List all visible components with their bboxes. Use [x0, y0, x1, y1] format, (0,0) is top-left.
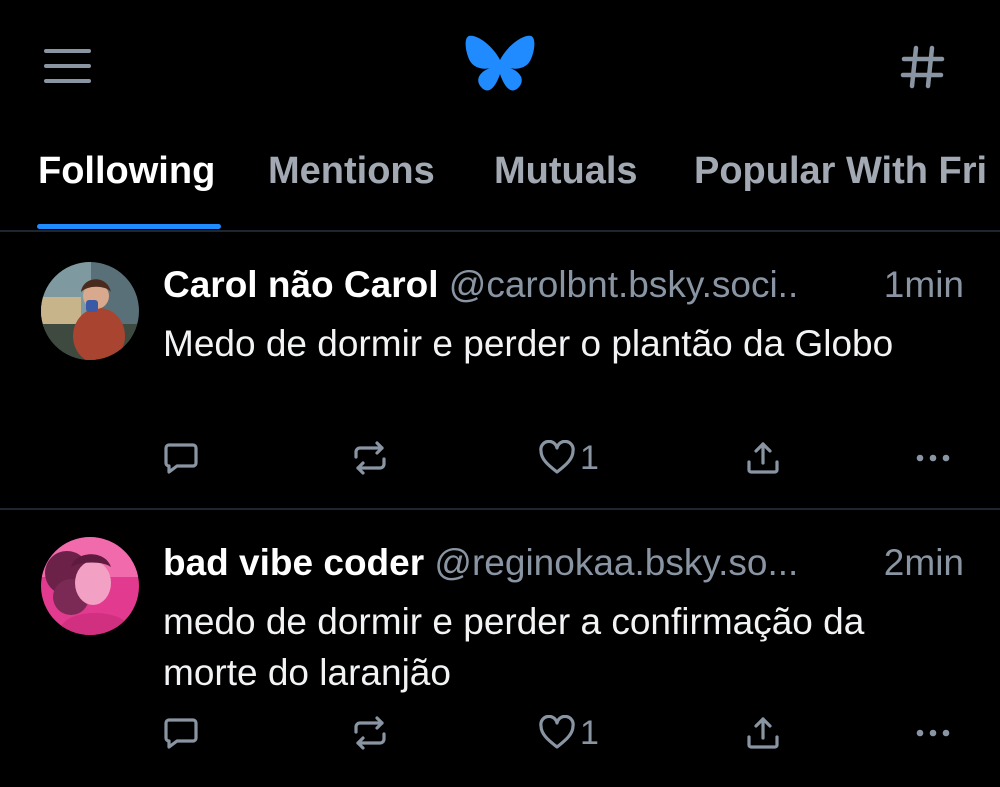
reply-icon — [163, 715, 199, 751]
like-button[interactable]: 1 — [538, 435, 599, 481]
tab-following[interactable]: Following — [38, 150, 215, 193]
more-dots-icon — [915, 440, 951, 476]
more-options-button[interactable] — [915, 710, 951, 756]
tab-popular-with-friends[interactable]: Popular With Fri — [694, 150, 987, 193]
more-dots-icon — [915, 715, 951, 751]
share-icon — [745, 715, 781, 751]
hashtag-icon[interactable] — [898, 42, 948, 92]
like-button[interactable]: 1 — [538, 710, 599, 756]
share-button[interactable] — [745, 435, 781, 481]
author-handle[interactable]: @carolbnt.bsky.soci.. — [449, 264, 798, 305]
feed-tabs: Following Mentions Mutuals Popular With … — [0, 130, 1000, 232]
reply-button[interactable] — [163, 710, 199, 756]
tab-mentions[interactable]: Mentions — [268, 150, 435, 193]
avatar[interactable] — [41, 262, 139, 360]
post-text: Medo de dormir e perder o plantão da Glo… — [163, 323, 894, 364]
share-button[interactable] — [745, 710, 781, 756]
repost-icon — [351, 715, 389, 751]
post-header: bad vibe coder @reginokaa.bsky.so... — [163, 542, 968, 584]
heart-icon — [538, 715, 576, 751]
repost-icon — [351, 440, 389, 476]
like-count: 1 — [580, 438, 599, 477]
post-item[interactable]: Carol não Carol @carolbnt.bsky.soci.. 1m… — [0, 232, 1000, 510]
post-header: Carol não Carol @carolbnt.bsky.soci.. — [163, 264, 968, 306]
post-timestamp[interactable]: 1min — [877, 264, 964, 306]
post-item[interactable]: bad vibe coder @reginokaa.bsky.so... 2mi… — [0, 510, 1000, 787]
author-handle[interactable]: @reginokaa.bsky.so... — [434, 542, 798, 583]
active-tab-indicator — [37, 224, 221, 229]
reply-icon — [163, 440, 199, 476]
reply-button[interactable] — [163, 435, 199, 481]
author-name[interactable]: bad vibe coder — [163, 542, 424, 583]
more-options-button[interactable] — [915, 435, 951, 481]
avatar[interactable] — [41, 537, 139, 635]
repost-button[interactable] — [351, 710, 389, 756]
post-timestamp[interactable]: 2min — [877, 542, 964, 584]
post-text: medo de dormir e perder a confirmação da… — [163, 601, 865, 693]
bluesky-butterfly-logo[interactable] — [465, 34, 535, 96]
tab-mutuals[interactable]: Mutuals — [494, 150, 638, 193]
share-icon — [745, 440, 781, 476]
heart-icon — [538, 440, 576, 476]
like-count: 1 — [580, 713, 599, 752]
repost-button[interactable] — [351, 435, 389, 481]
top-bar — [0, 0, 1000, 130]
author-name[interactable]: Carol não Carol — [163, 264, 439, 305]
hamburger-menu-icon[interactable] — [44, 46, 92, 86]
